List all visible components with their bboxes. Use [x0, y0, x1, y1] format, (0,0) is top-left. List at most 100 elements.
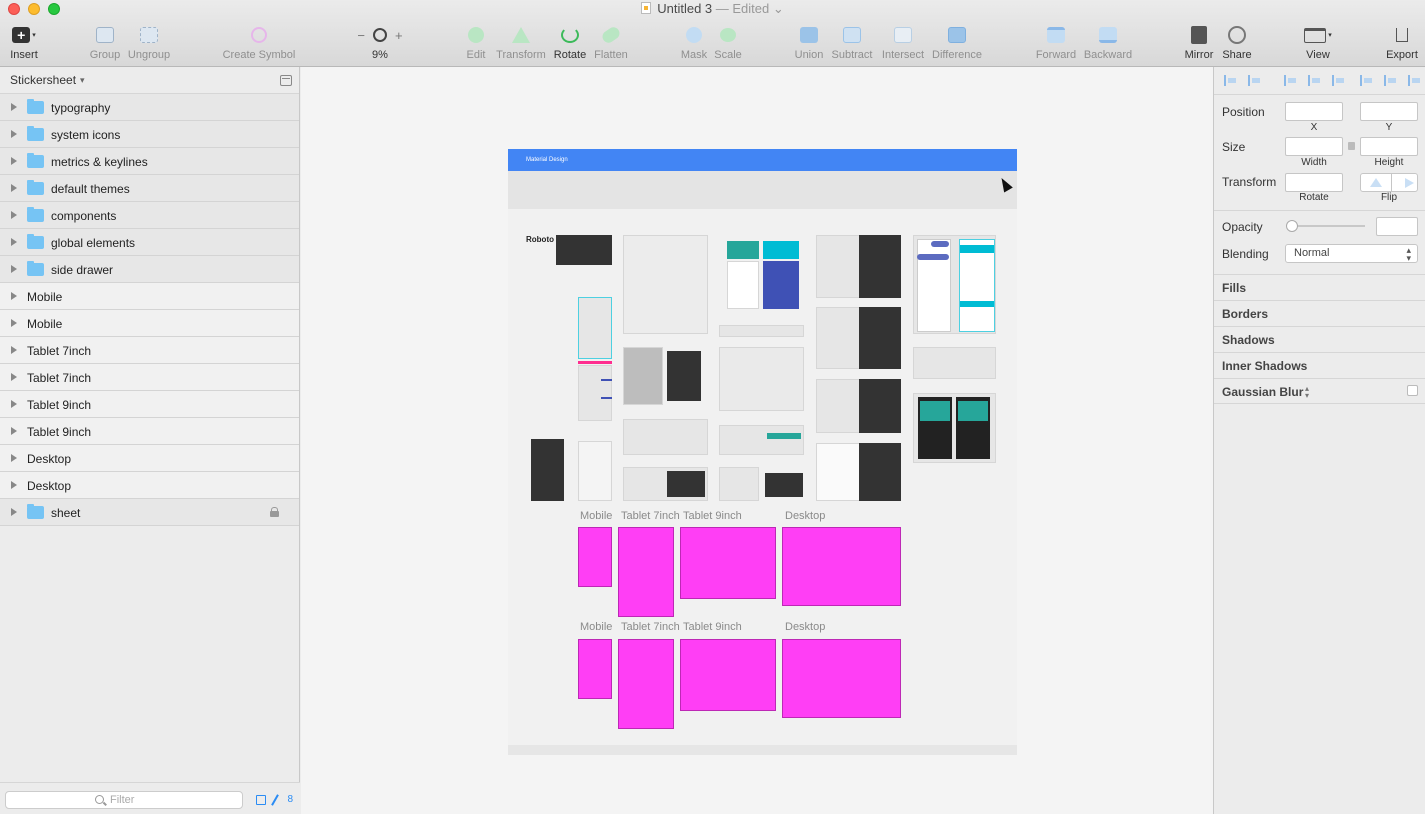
disclosure-triangle-icon[interactable] — [11, 400, 17, 408]
zoom-out-button[interactable]: − — [357, 28, 365, 43]
intersect-button[interactable]: Intersect — [879, 23, 927, 61]
align-center-icon[interactable] — [1308, 75, 1320, 86]
align-middle-icon[interactable] — [1384, 75, 1396, 86]
shadows-section[interactable]: Shadows — [1214, 326, 1425, 352]
lock-icon[interactable] — [1348, 142, 1355, 150]
artboard-filter-icon[interactable] — [256, 795, 266, 805]
filter-input[interactable]: Filter — [5, 791, 243, 809]
disclosure-triangle-icon[interactable] — [11, 427, 17, 435]
disclosure-triangle-icon[interactable] — [11, 265, 17, 273]
opacity-slider-handle[interactable] — [1286, 220, 1298, 232]
layer-group-row[interactable]: metrics & keylines — [0, 148, 299, 175]
layer-group-row[interactable]: sheet — [0, 499, 299, 526]
share-button[interactable]: Share — [1220, 23, 1254, 61]
x-field[interactable] — [1285, 102, 1343, 121]
group-button[interactable]: Group — [89, 23, 121, 61]
align-top-icon[interactable] — [1360, 75, 1372, 86]
union-button[interactable]: Union — [793, 23, 825, 61]
distribute-vertical-icon[interactable] — [1248, 75, 1260, 86]
disclosure-triangle-icon[interactable] — [11, 481, 17, 489]
align-left-icon[interactable] — [1284, 75, 1296, 86]
disclosure-triangle-icon[interactable] — [11, 373, 17, 381]
view-button[interactable]: ▾ View — [1300, 23, 1336, 61]
disclosure-triangle-icon[interactable] — [11, 346, 17, 354]
artboard-row[interactable]: Tablet 7inch — [0, 364, 299, 391]
tablet-7inch-artboard[interactable] — [618, 639, 674, 729]
artboard-row[interactable]: Tablet 9inch — [0, 418, 299, 445]
layer-group-row[interactable]: typography — [0, 94, 299, 121]
disclosure-triangle-icon[interactable] — [11, 319, 17, 327]
layer-group-row[interactable]: components — [0, 202, 299, 229]
artboard-row[interactable]: Tablet 7inch — [0, 337, 299, 364]
mask-button[interactable]: Mask — [680, 23, 708, 61]
distribute-horizontal-icon[interactable] — [1224, 75, 1236, 86]
stepper-arrows-icon[interactable]: ▴ ▾ — [1305, 385, 1309, 400]
artboard-row[interactable]: Mobile — [0, 310, 299, 337]
disclosure-triangle-icon[interactable] — [11, 184, 17, 192]
desktop-artboard[interactable] — [782, 527, 901, 606]
transform-button[interactable]: Transform — [494, 23, 548, 61]
rotate-field[interactable] — [1285, 173, 1343, 192]
align-right-icon[interactable] — [1332, 75, 1344, 86]
canvas[interactable]: Material Design Roboto Mobile Tablet 7in… — [301, 67, 1213, 814]
flatten-button[interactable]: Flatten — [593, 23, 629, 61]
collapse-pages-icon[interactable] — [280, 75, 292, 86]
artboard-row[interactable]: Tablet 9inch — [0, 391, 299, 418]
export-button[interactable]: Export — [1384, 23, 1420, 61]
mirror-button[interactable]: Mirror — [1182, 23, 1216, 61]
difference-button[interactable]: Difference — [929, 23, 985, 61]
forward-button[interactable]: Forward — [1033, 23, 1079, 61]
toolbar-sample — [719, 325, 804, 337]
opacity-field[interactable] — [1376, 217, 1418, 236]
fills-section[interactable]: Fills — [1214, 274, 1425, 300]
rotate-button[interactable]: Rotate — [552, 23, 588, 61]
layer-group-row[interactable]: global elements — [0, 229, 299, 256]
disclosure-triangle-icon[interactable] — [11, 130, 17, 138]
disclosure-triangle-icon[interactable] — [11, 292, 17, 300]
scale-button[interactable]: Scale — [713, 23, 743, 61]
edit-button[interactable]: Edit — [462, 23, 490, 61]
blending-select[interactable]: Normal ▴ ▾ — [1285, 244, 1418, 263]
ungroup-button[interactable]: Ungroup — [127, 23, 171, 61]
desktop-artboard[interactable] — [782, 639, 901, 718]
width-field[interactable] — [1285, 137, 1343, 156]
opacity-slider[interactable] — [1291, 225, 1365, 227]
y-field[interactable] — [1360, 102, 1418, 121]
layer-group-row[interactable]: system icons — [0, 121, 299, 148]
share-icon — [1228, 26, 1246, 44]
disclosure-triangle-icon[interactable] — [11, 157, 17, 165]
lock-icon[interactable] — [270, 507, 279, 517]
inner-shadows-section[interactable]: Inner Shadows — [1214, 352, 1425, 378]
height-field[interactable] — [1360, 137, 1418, 156]
disclosure-triangle-icon[interactable] — [11, 211, 17, 219]
mobile-artboard[interactable] — [578, 527, 612, 587]
subtract-button[interactable]: Subtract — [829, 23, 875, 61]
insert-button[interactable]: + ▾ Insert — [8, 23, 40, 61]
disclosure-triangle-icon[interactable] — [11, 103, 17, 111]
edited-status[interactable]: — Edited — [716, 1, 769, 16]
artboard-label: Tablet 7inch — [621, 510, 680, 522]
align-bottom-icon[interactable] — [1408, 75, 1420, 86]
layer-group-row[interactable]: default themes — [0, 175, 299, 202]
backward-button[interactable]: Backward — [1082, 23, 1134, 61]
gaussian-blur-section[interactable]: Gaussian Blur ▴ ▾ — [1214, 378, 1425, 404]
create-symbol-button[interactable]: Create Symbol — [221, 23, 297, 61]
artboard-row[interactable]: Desktop — [0, 472, 299, 499]
flip-horizontal-icon[interactable] — [1405, 178, 1414, 188]
disclosure-triangle-icon[interactable] — [11, 454, 17, 462]
tablet-9inch-artboard[interactable] — [680, 639, 776, 711]
page-selector[interactable]: Stickersheet ▾ — [0, 67, 299, 94]
disclosure-triangle-icon[interactable] — [11, 238, 17, 246]
tablet-9inch-artboard[interactable] — [680, 527, 776, 599]
zoom-in-button[interactable]: + — [395, 28, 403, 43]
layer-group-row[interactable]: side drawer — [0, 256, 299, 283]
borders-section[interactable]: Borders — [1214, 300, 1425, 326]
gaussian-blur-checkbox[interactable] — [1407, 385, 1418, 396]
tablet-7inch-artboard[interactable] — [618, 527, 674, 617]
pen-filter-icon[interactable] — [271, 794, 279, 806]
artboard-row[interactable]: Mobile — [0, 283, 299, 310]
disclosure-triangle-icon[interactable] — [11, 508, 17, 516]
artboard-row[interactable]: Desktop — [0, 445, 299, 472]
mobile-artboard[interactable] — [578, 639, 612, 699]
chevron-down-icon[interactable]: ⌄ — [773, 1, 784, 16]
